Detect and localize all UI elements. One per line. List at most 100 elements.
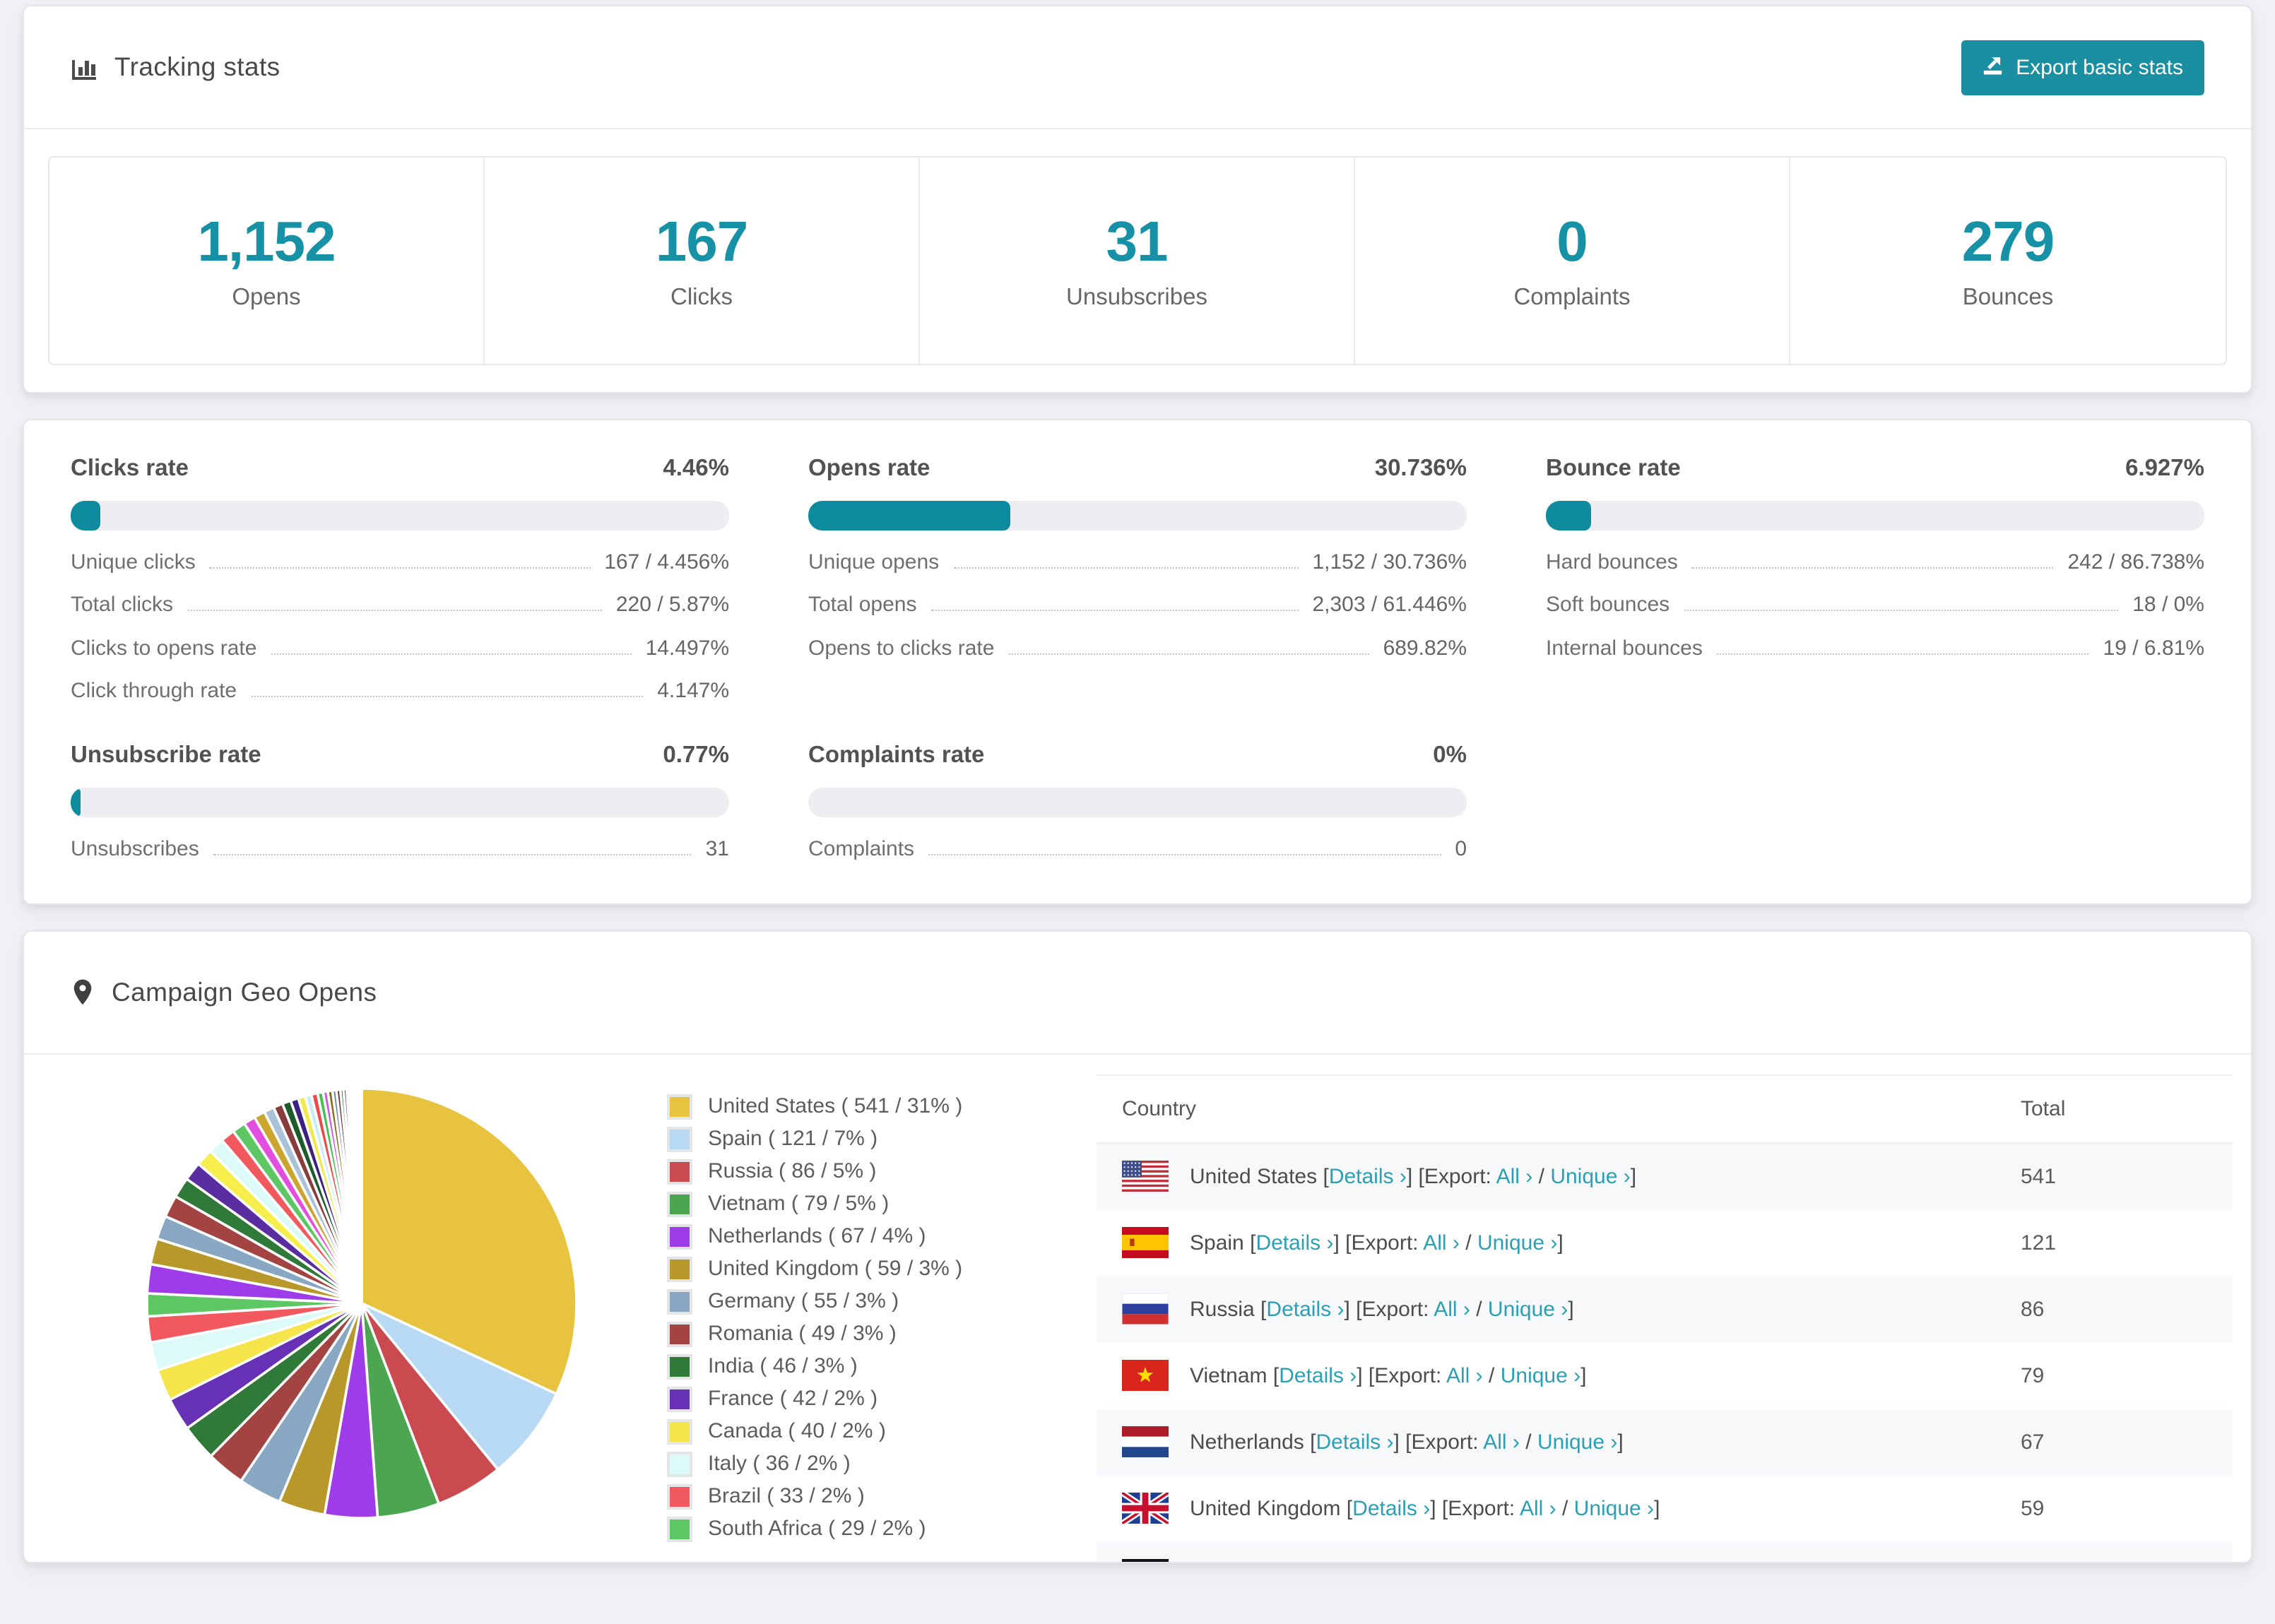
stat-cell: 31 Unsubscribes (920, 158, 1355, 364)
rate-row-label: Clicks to opens rate (71, 636, 257, 660)
geo-title: Campaign Geo Opens (112, 976, 377, 1006)
vn-flag-icon (1122, 1360, 1169, 1391)
details-link[interactable]: Details › (1279, 1363, 1357, 1387)
legend-label: United States ( 541 / 31% ) (708, 1094, 963, 1118)
progress-fill (1546, 501, 1592, 531)
export-basic-stats-button[interactable]: Export basic stats (1961, 40, 2204, 95)
country-cell: Netherlands [Details ›] [Export: All › /… (1190, 1430, 1624, 1454)
progress-bar (808, 501, 1467, 531)
pie-slice[interactable] (360, 1086, 363, 1304)
rates-card: Clicks rate 4.46% Unique clicks 167 / 4.456… (23, 419, 2252, 904)
export-unique-link[interactable]: Unique › (1574, 1496, 1654, 1520)
table-row: Russia [Details ›] [Export: All › / Uniq… (1097, 1276, 2233, 1342)
de-flag-icon (1122, 1559, 1169, 1561)
progress-fill (71, 788, 81, 817)
details-link[interactable]: Details › (1266, 1297, 1344, 1321)
rate-row-value: 4.147% (657, 679, 729, 703)
country-cell: Russia [Details ›] [Export: All › / Uniq… (1190, 1297, 1574, 1321)
legend-label: South Africa ( 29 / 2% ) (708, 1517, 926, 1541)
stat-value: 1,152 (197, 211, 336, 273)
dotted-leader (1684, 610, 2119, 611)
export-all-link[interactable]: All › (1423, 1231, 1460, 1255)
rate-row: Unique opens 1,152 / 30.736% (808, 550, 1467, 574)
pie-legend: United States ( 541 / 31% ) Spain ( 121 /… (667, 1093, 1023, 1548)
country-cell: Vietnam [Details ›] [Export: All › / Uni… (1190, 1363, 1587, 1387)
export-all-link[interactable]: All › (1434, 1297, 1470, 1321)
rate-rows: Unique opens 1,152 / 30.736% Total opens 2,… (808, 550, 1467, 660)
export-unique-link[interactable]: Unique › (1550, 1164, 1630, 1188)
total-cell: 79 (2021, 1363, 2045, 1387)
dotted-leader (1691, 567, 2054, 568)
rate-row-value: 689.82% (1383, 636, 1467, 660)
rate-rows: Unsubscribes 31 (71, 836, 729, 860)
country-name: United Kingdom (1190, 1496, 1341, 1520)
dotted-leader (928, 853, 1441, 855)
legend-item: Italy ( 36 / 2% ) (667, 1451, 1023, 1476)
legend-item: Canada ( 40 / 2% ) (667, 1418, 1023, 1444)
details-link[interactable]: Details › (1255, 1231, 1333, 1255)
details-link[interactable]: Details › (1316, 1430, 1393, 1454)
rate-panel-head: Opens rate 30.736% (808, 456, 1467, 482)
rate-row-value: 19 / 6.81% (2103, 636, 2204, 660)
legend-swatch (667, 1126, 692, 1151)
rate-row: Clicks to opens rate 14.497% (71, 636, 729, 660)
rate-rows: Unique clicks 167 / 4.456% Total clicks 220… (71, 550, 729, 703)
rate-row: Total clicks 220 / 5.87% (71, 593, 729, 617)
details-link[interactable]: Details › (1329, 1164, 1407, 1188)
country-name: United States (1190, 1164, 1318, 1188)
export-all-link[interactable]: All › (1520, 1496, 1556, 1520)
rate-panel: Clicks rate 4.46% Unique clicks 167 / 4.456… (71, 456, 729, 703)
export-all-link[interactable]: All › (1446, 1363, 1483, 1387)
export-unique-link[interactable]: Unique › (1537, 1430, 1617, 1454)
rate-panel-value: 0% (1433, 742, 1467, 768)
progress-bar (808, 788, 1467, 817)
rate-panel-title: Clicks rate (71, 456, 189, 481)
es-flag-icon (1122, 1227, 1169, 1258)
rate-panel: Opens rate 30.736% Unique opens 1,152 / 30.… (808, 456, 1467, 703)
rate-row: Internal bounces 19 / 6.81% (1546, 636, 2204, 660)
rate-row-value: 31 (705, 836, 729, 860)
table-row: Germany [Details ›] [Export: All › / Uni… (1097, 1541, 2233, 1561)
rate-panel-title: Opens rate (808, 456, 930, 481)
export-all-link[interactable]: All › (1483, 1430, 1520, 1454)
nl-flag-icon (1122, 1426, 1169, 1457)
legend-label: Russia ( 86 / 5% ) (708, 1159, 877, 1183)
export-unique-link[interactable]: Unique › (1501, 1363, 1580, 1387)
country-name: Netherlands (1190, 1430, 1304, 1454)
progress-fill (71, 501, 100, 531)
legend-label: Spain ( 121 / 7% ) (708, 1127, 878, 1151)
rate-row-label: Soft bounces (1546, 593, 1670, 617)
rate-row-label: Unique opens (808, 550, 940, 574)
export-unique-link[interactable]: Unique › (1488, 1297, 1568, 1321)
rate-row-label: Unsubscribes (71, 836, 199, 860)
legend-item: Romania ( 49 / 3% ) (667, 1321, 1023, 1346)
geo-table: Country Total United States [Details ›] … (1097, 1074, 2233, 1561)
progress-bar (71, 501, 729, 531)
export-unique-link[interactable]: Unique › (1477, 1231, 1557, 1255)
geo-table-body: United States [Details ›] [Export: All ›… (1097, 1143, 2233, 1561)
page: Tracking stats Export basic stats 1,152 O… (0, 5, 2275, 1624)
legend-swatch (667, 1353, 692, 1379)
rate-row-label: Opens to clicks rate (808, 636, 995, 660)
legend-label: Italy ( 36 / 2% ) (708, 1452, 851, 1476)
stat-label: Opens (232, 284, 301, 309)
rate-row: Complaints 0 (808, 836, 1467, 860)
legend-swatch (667, 1158, 692, 1184)
rate-row-label: Complaints (808, 836, 915, 860)
stat-value: 31 (1106, 211, 1169, 273)
dotted-leader (209, 567, 591, 568)
details-link[interactable]: Details › (1352, 1496, 1430, 1520)
legend-item: Spain ( 121 / 7% ) (667, 1126, 1023, 1151)
legend-item: South Africa ( 29 / 2% ) (667, 1516, 1023, 1541)
stat-value: 279 (1961, 211, 2055, 273)
country-cell: United States [Details ›] [Export: All ›… (1190, 1164, 1637, 1188)
export-all-link[interactable]: All › (1496, 1164, 1533, 1188)
rate-rows: Complaints 0 (808, 836, 1467, 860)
rate-panel: Complaints rate 0% Complaints 0 (808, 742, 1467, 860)
legend-item: United Kingdom ( 59 / 3% ) (667, 1256, 1023, 1281)
total-cell: 67 (2021, 1430, 2045, 1454)
legend-item: India ( 46 / 3% ) (667, 1353, 1023, 1379)
us-flag-icon (1122, 1161, 1169, 1192)
dotted-leader (271, 653, 632, 654)
table-row: United States [Details ›] [Export: All ›… (1097, 1143, 2233, 1209)
